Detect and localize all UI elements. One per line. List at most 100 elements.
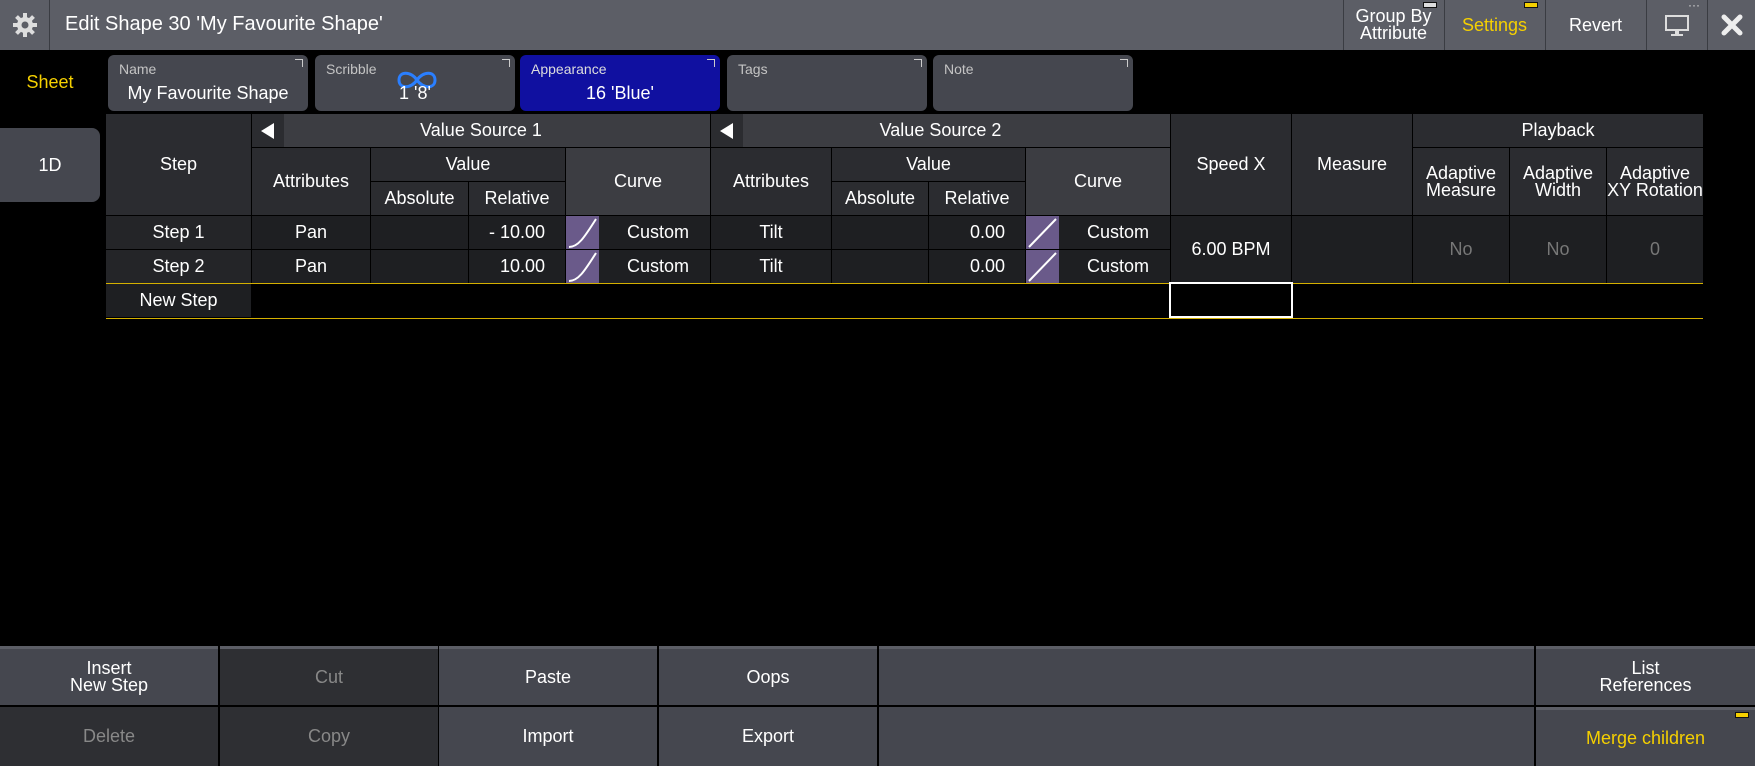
revert-button[interactable]: Revert	[1545, 0, 1645, 50]
name-field[interactable]: Name My Favourite Shape	[108, 55, 308, 111]
tags-field[interactable]: Tags	[727, 55, 927, 111]
new-step-cell[interactable]: New Step	[106, 284, 251, 317]
curve-label: Custom	[626, 256, 689, 276]
header-step[interactable]: Step	[106, 114, 251, 215]
attribute-cell[interactable]: Pan	[252, 250, 370, 283]
header-absolute-1[interactable]: Absolute	[371, 182, 468, 215]
header-adaptive-width[interactable]: Adaptive Width	[1510, 148, 1606, 215]
merge-children-button[interactable]: Merge children	[1536, 707, 1755, 766]
adaptive-width-cell[interactable]: No	[1510, 216, 1606, 283]
curve-cell[interactable]: Custom	[566, 216, 710, 249]
relative-cell[interactable]: 0.00	[929, 250, 1025, 283]
scribble-field[interactable]: Scribble 1 '8'	[315, 55, 515, 111]
merge-children-label: Merge children	[1585, 727, 1706, 748]
header-curve-2[interactable]: Curve	[1026, 148, 1170, 215]
step-name-cell[interactable]: Step 1	[106, 216, 251, 249]
header-adaptive-measure[interactable]: Adaptive Measure	[1413, 148, 1509, 215]
note-field[interactable]: Note	[933, 55, 1133, 111]
attribute-cell[interactable]: Tilt	[711, 250, 831, 283]
tags-field-label: Tags	[738, 61, 768, 77]
curve-label: Custom	[1086, 256, 1149, 276]
paste-button[interactable]: Paste	[439, 646, 657, 705]
adaptive-measure-cell[interactable]: No	[1413, 216, 1509, 283]
speed-x-cell[interactable]: 6.00 BPM	[1171, 216, 1291, 283]
import-button[interactable]: Import	[439, 707, 657, 766]
header-relative-2[interactable]: Relative	[929, 182, 1025, 215]
display-button[interactable]: ···	[1646, 0, 1706, 50]
export-button[interactable]: Export	[659, 707, 877, 766]
cut-button[interactable]: Cut	[220, 646, 438, 705]
group-by-attribute-button[interactable]: Group By Attribute	[1343, 0, 1443, 50]
header-relative-1[interactable]: Relative	[469, 182, 565, 215]
header-value-source-2[interactable]: Value Source 2	[711, 114, 1170, 147]
more-dots-icon: ···	[1688, 0, 1700, 12]
toggle-indicator-icon	[1735, 712, 1749, 718]
oops-button[interactable]: Oops	[659, 646, 877, 705]
delete-button[interactable]: Delete	[0, 707, 218, 766]
gear-icon[interactable]	[0, 0, 50, 50]
header-value-2[interactable]: Value	[832, 148, 1025, 181]
scroll-left-icon[interactable]	[711, 114, 743, 147]
curve-icon	[1026, 250, 1059, 283]
header-attributes-1[interactable]: Attributes	[252, 148, 370, 215]
new-step-top-border	[106, 283, 1703, 284]
sheet-tab[interactable]: Sheet	[0, 72, 100, 93]
value-source-1-label: Value Source 1	[420, 120, 542, 140]
step-name-cell[interactable]: Step 2	[106, 250, 251, 283]
scroll-left-icon[interactable]	[252, 114, 284, 147]
attribute-cell[interactable]: Tilt	[711, 216, 831, 249]
appearance-field-value: 16 'Blue'	[586, 83, 654, 103]
header-playback[interactable]: Playback	[1413, 114, 1703, 147]
header-value-source-1[interactable]: Value Source 1	[252, 114, 710, 147]
settings-button[interactable]: Settings	[1444, 0, 1544, 50]
toggle-indicator-icon	[1524, 2, 1538, 8]
name-field-label: Name	[119, 61, 157, 77]
copy-button[interactable]: Copy	[220, 707, 438, 766]
close-button[interactable]	[1707, 0, 1755, 50]
header-adaptive-xy-rotation[interactable]: Adaptive XY Rotation	[1607, 148, 1703, 215]
curve-cell[interactable]: Custom	[1026, 250, 1170, 283]
relative-cell[interactable]: 0.00	[929, 216, 1025, 249]
adaptive-xy-rotation-cell[interactable]: 0	[1607, 216, 1703, 283]
empty-button-slot	[879, 646, 1534, 705]
edit-corner-icon	[502, 59, 510, 67]
name-field-value: My Favourite Shape	[127, 83, 289, 103]
revert-label: Revert	[1568, 14, 1622, 35]
curve-label: Custom	[626, 222, 689, 242]
close-icon	[1721, 14, 1742, 36]
appearance-field[interactable]: Appearance 16 'Blue'	[520, 55, 720, 111]
absolute-cell[interactable]	[832, 250, 928, 283]
attribute-cell[interactable]: Pan	[252, 216, 370, 249]
measure-cell[interactable]	[1292, 216, 1412, 283]
edit-corner-icon	[1120, 59, 1128, 67]
edit-corner-icon	[295, 59, 303, 67]
insert-new-step-button[interactable]: Insert New Step	[0, 646, 218, 705]
header-measure[interactable]: Measure	[1292, 114, 1412, 215]
header-attributes-2[interactable]: Attributes	[711, 148, 831, 215]
curve-icon	[566, 216, 599, 249]
header-absolute-2[interactable]: Absolute	[832, 182, 928, 215]
relative-cell[interactable]: 10.00	[469, 250, 565, 283]
absolute-cell[interactable]	[832, 216, 928, 249]
window-title: Edit Shape 30 'My Favourite Shape'	[65, 13, 383, 35]
header-value-1[interactable]: Value	[371, 148, 565, 181]
header-speed-x[interactable]: Speed X	[1171, 114, 1291, 215]
list-references-button[interactable]: List References	[1536, 646, 1755, 705]
empty-button-slot	[879, 707, 1534, 766]
relative-cell[interactable]: - 10.00	[469, 216, 565, 249]
curve-cell[interactable]: Custom	[1026, 216, 1170, 249]
value-source-2-label: Value Source 2	[879, 120, 1002, 140]
scribble-field-label: Scribble	[326, 61, 377, 77]
absolute-cell[interactable]	[371, 250, 468, 283]
settings-label: Settings	[1461, 14, 1528, 35]
absolute-cell[interactable]	[371, 216, 468, 249]
selected-cell-outline[interactable]	[1169, 282, 1293, 318]
curve-cell[interactable]: Custom	[566, 250, 710, 283]
edit-corner-icon	[914, 59, 922, 67]
curve-icon	[1026, 216, 1059, 249]
group-by-attribute-label: Group By Attribute	[1355, 6, 1432, 43]
note-field-label: Note	[944, 61, 974, 77]
tab-1d[interactable]: 1D	[0, 128, 100, 202]
edit-corner-icon	[707, 59, 715, 67]
header-curve-1[interactable]: Curve	[566, 148, 710, 215]
